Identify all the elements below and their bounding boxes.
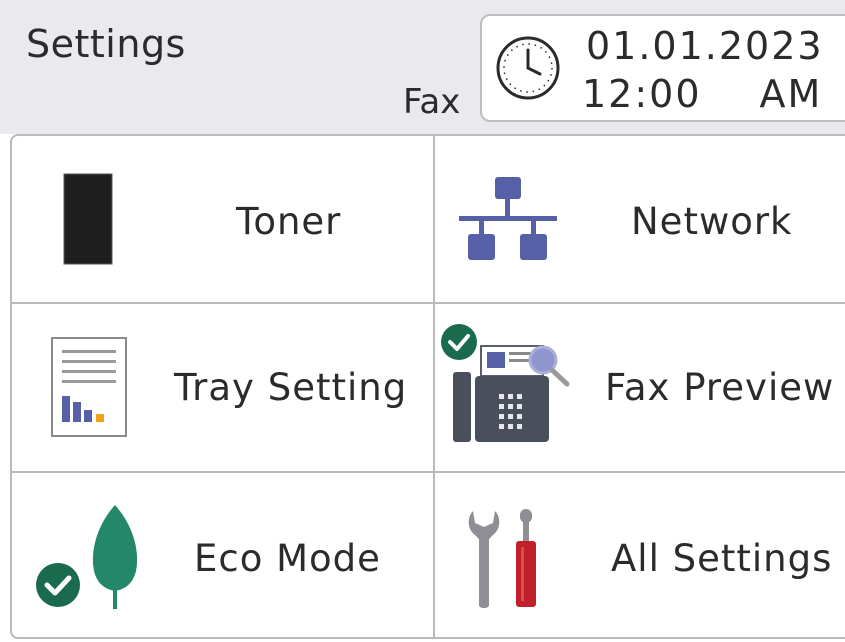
eco-mode-button[interactable]: Eco Mode [12,473,433,639]
tray-setting-label: Tray Setting [174,366,408,409]
time-display: 12:00 AM [582,72,822,116]
eco-mode-label: Eco Mode [194,537,381,580]
status-bar: Settings Fax 01.01.2023 12:00 AM [0,0,845,134]
checkmark-icon [441,324,477,360]
tools-icon [468,509,536,608]
fax-preview-button[interactable]: Fax Preview [435,304,845,471]
settings-menu-grid: Toner Network Tray Setting Fax Preview E… [10,134,845,639]
network-label: Network [631,200,793,243]
toner-button[interactable]: Toner [12,136,433,302]
eco-leaf-icon [92,505,138,609]
tray-setting-icon [51,337,127,437]
am-pm-indicator: AM [759,72,823,116]
page-title: Settings [26,22,186,66]
all-settings-label: All Settings [611,537,833,580]
all-settings-button[interactable]: All Settings [435,473,845,639]
fax-preview-label: Fax Preview [605,366,835,409]
fax-mode-label: Fax [403,82,461,122]
date-display: 01.01.2023 [586,24,824,68]
checkmark-icon [36,563,80,607]
network-icon [459,177,557,260]
network-button[interactable]: Network [435,136,845,302]
toner-label: Toner [236,200,342,243]
time-value: 12:00 [582,72,702,116]
date-time-button[interactable]: 01.01.2023 12:00 AM [480,14,845,122]
toner-icon [63,173,113,265]
clock-icon [496,36,560,100]
tray-setting-button[interactable]: Tray Setting [12,304,433,471]
